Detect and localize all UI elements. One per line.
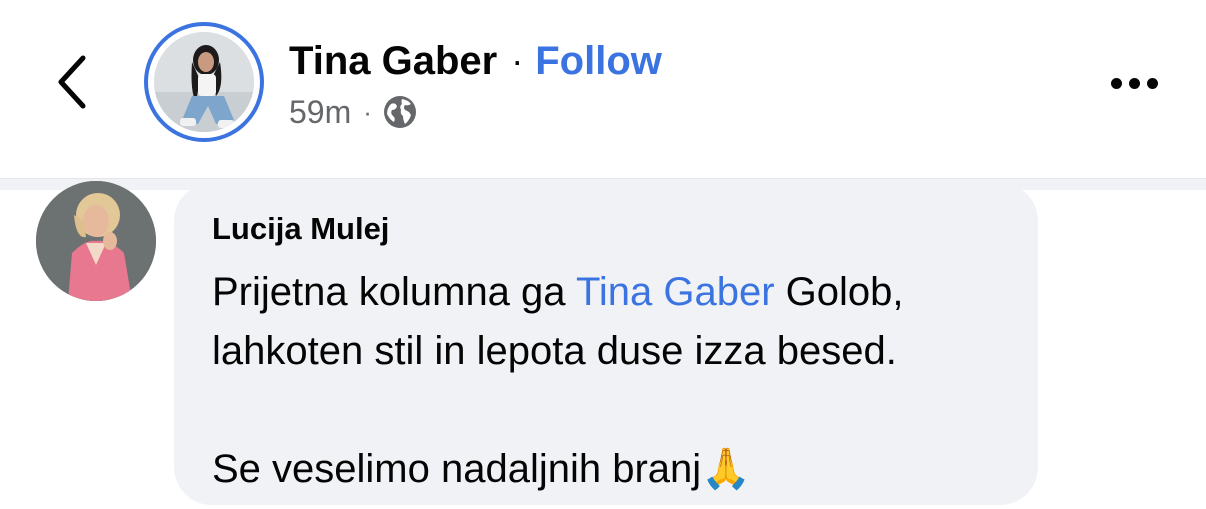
comment-text: Prijetna kolumna ga Tina Gaber Golob, la…: [212, 263, 1022, 499]
comment-line-3: Se veselimo nadaljnih branj🙏: [212, 440, 1022, 499]
author-avatar-image: [154, 32, 254, 132]
back-button[interactable]: [40, 44, 104, 120]
post-meta: 59m ·: [289, 92, 418, 132]
commenter-photo-illustration: [36, 181, 156, 301]
post-header: Tina Gaber · Follow 59m ·: [0, 0, 1206, 178]
more-options-button[interactable]: [1098, 58, 1170, 108]
post-view: Tina Gaber · Follow 59m · Lucija Mulej P…: [0, 0, 1206, 509]
globe-icon: [382, 94, 418, 130]
comment-line-1: Prijetna kolumna ga Tina Gaber Golob,: [212, 263, 1022, 322]
chevron-left-icon: [58, 55, 86, 109]
commenter-avatar[interactable]: [36, 181, 156, 301]
author-name[interactable]: Tina Gaber: [289, 39, 497, 84]
more-dot: [1128, 77, 1140, 89]
comment-line-1-suffix: Golob,: [774, 270, 904, 314]
separator-dot: ·: [511, 40, 524, 81]
comment-line-2: lahkoten stil in lepota duse izza besed.: [212, 329, 897, 373]
more-dot: [1110, 77, 1122, 89]
commenter-name[interactable]: Lucija Mulej: [212, 211, 389, 247]
author-photo-illustration: [154, 32, 254, 132]
author-avatar[interactable]: [144, 22, 264, 142]
mention-link[interactable]: Tina Gaber: [576, 270, 775, 314]
comment-line-1-prefix: Prijetna kolumna ga: [212, 270, 576, 314]
post-timestamp[interactable]: 59m: [289, 94, 351, 131]
comment-blank-line: [212, 381, 1022, 440]
more-dot: [1146, 77, 1158, 89]
follow-button[interactable]: Follow: [535, 39, 662, 84]
author-line: Tina Gaber · Follow: [289, 36, 662, 86]
comment-bubble: Lucija Mulej Prijetna kolumna ga Tina Ga…: [174, 183, 1038, 505]
comment-line-3-text: Se veselimo nadaljnih branj: [212, 447, 702, 491]
meta-separator-dot: ·: [363, 96, 372, 127]
praying-hands-emoji: 🙏: [701, 447, 751, 491]
